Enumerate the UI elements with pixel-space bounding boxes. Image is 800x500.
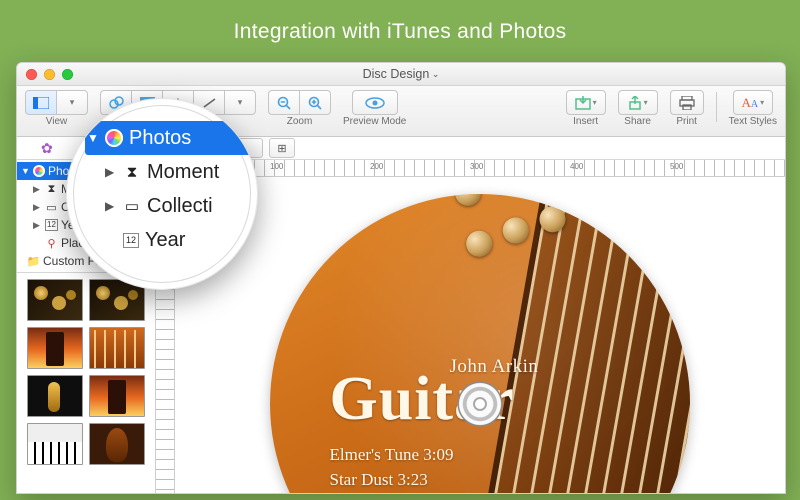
calendar-icon: 12 bbox=[123, 233, 139, 248]
disc-design[interactable]: John Arkin Guitar Elmer's Tune 3:09 Star… bbox=[270, 194, 690, 494]
share-label: Share bbox=[624, 116, 651, 127]
picture-icon: ▭ bbox=[45, 201, 58, 214]
print-button[interactable] bbox=[670, 90, 704, 115]
thumbnail[interactable] bbox=[27, 423, 83, 465]
picture-icon: ▭ bbox=[123, 197, 141, 215]
tool-options-button[interactable]: ▾ bbox=[224, 90, 256, 115]
minimize-window-button[interactable] bbox=[44, 69, 55, 80]
thumbnail[interactable] bbox=[89, 375, 145, 417]
tab-shapes-icon[interactable]: ✿ bbox=[41, 140, 53, 157]
loupe-item-photos[interactable]: ▼Photos bbox=[85, 121, 253, 155]
text-styles-button[interactable]: AA▾ bbox=[733, 90, 773, 115]
preview-label: Preview Mode bbox=[343, 116, 406, 127]
loupe-item-years[interactable]: ▶12Year bbox=[81, 223, 257, 257]
preview-mode-button[interactable] bbox=[352, 90, 398, 115]
zoom-in-button[interactable] bbox=[299, 90, 331, 115]
zoom-label: Zoom bbox=[287, 116, 313, 127]
text-styles-label: Text Styles bbox=[729, 116, 777, 127]
thumbnail[interactable] bbox=[89, 423, 145, 465]
ruler-horizontal: 100 200 300 400 500 bbox=[174, 160, 785, 177]
loupe-item-collections[interactable]: ▶▭Collecti bbox=[81, 189, 257, 223]
thumbnail[interactable] bbox=[27, 279, 83, 321]
guides-button[interactable]: ⊞ bbox=[269, 138, 295, 158]
marketing-banner: Integration with iTunes and Photos bbox=[0, 0, 800, 44]
view-options-button[interactable]: ▾ bbox=[56, 90, 88, 115]
view-label: View bbox=[46, 116, 68, 127]
pin-icon: ⚲ bbox=[45, 237, 58, 250]
thumbnail[interactable] bbox=[27, 327, 83, 369]
loupe-item-moments[interactable]: ▶⧗Moment bbox=[81, 155, 257, 189]
share-button[interactable]: ▾ bbox=[618, 90, 658, 115]
thumbnail[interactable] bbox=[89, 327, 145, 369]
photos-icon bbox=[33, 165, 45, 177]
disc-text-block[interactable]: John Arkin Guitar Elmer's Tune 3:09 Star… bbox=[330, 356, 539, 494]
zoom-out-button[interactable] bbox=[268, 90, 299, 115]
zoom-window-button[interactable] bbox=[62, 69, 73, 80]
disc-tracklist: Elmer's Tune 3:09 Star Dust 3:23 Imagina… bbox=[330, 442, 539, 494]
view-sidebar-button[interactable] bbox=[25, 90, 56, 115]
close-window-button[interactable] bbox=[26, 69, 37, 80]
thumbnail[interactable] bbox=[27, 375, 83, 417]
magnifier-overlay: ▼Photos ▶⧗Moment ▶▭Collecti ▶12Year bbox=[66, 98, 258, 290]
disc-center-hole bbox=[453, 377, 507, 431]
calendar-icon: 12 bbox=[45, 219, 58, 231]
hourglass-icon: ⧗ bbox=[45, 183, 58, 196]
folder-icon: 📁 bbox=[27, 255, 40, 268]
thumbnail-grid bbox=[17, 272, 155, 494]
hourglass-icon: ⧗ bbox=[123, 163, 141, 181]
titlebar: Disc Design ⌄ bbox=[17, 63, 785, 86]
print-label: Print bbox=[676, 116, 697, 127]
photos-icon bbox=[105, 129, 123, 147]
insert-button[interactable]: ▾ bbox=[566, 90, 606, 115]
insert-label: Insert bbox=[573, 116, 598, 127]
guitar-headstock-art bbox=[452, 194, 602, 322]
window-title: Disc Design ⌄ bbox=[17, 67, 785, 81]
disc-title: Guitar bbox=[330, 372, 539, 428]
